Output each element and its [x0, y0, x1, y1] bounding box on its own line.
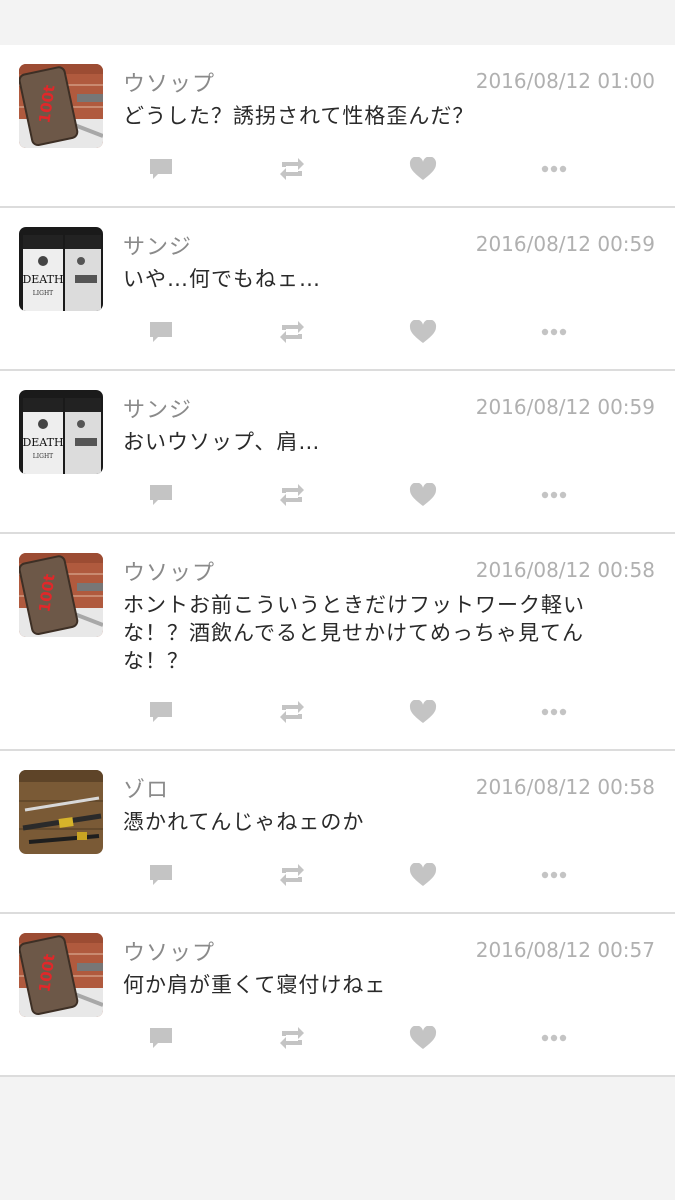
like-button[interactable] — [408, 1023, 438, 1053]
more-icon — [541, 1034, 567, 1042]
post-actions — [0, 697, 675, 727]
heart-icon — [409, 1026, 437, 1049]
post-text: いや…何でもねェ… — [123, 267, 321, 291]
like-button[interactable] — [408, 697, 438, 727]
more-button[interactable] — [539, 154, 569, 184]
retweet-icon — [280, 1027, 304, 1049]
reply-icon — [150, 865, 172, 885]
retweet-icon — [280, 701, 304, 723]
post-timestamp: 2016/08/12 01:00 — [475, 69, 655, 93]
post-card[interactable]: 100t ウソップ 2016/08/12 01:00 どうした？誘拐されて性格歪… — [0, 45, 675, 208]
post-card[interactable]: 100t ウソップ 2016/08/12 00:58 ホントお前こういうときだけ… — [0, 534, 675, 751]
retweet-button[interactable] — [277, 480, 307, 510]
post-card[interactable]: DEATH LIGHT サンジ 2016/08/12 00:59 いや…何でもね… — [0, 208, 675, 371]
post-card[interactable]: 100t ウソップ 2016/08/12 00:57 何か肩が重くて寝付けねェ — [0, 914, 675, 1077]
post-timestamp: 2016/08/12 00:57 — [475, 938, 655, 962]
avatar-cigarette[interactable]: DEATH LIGHT — [19, 227, 103, 311]
avatar-cigarette-text: DEATH — [22, 273, 63, 286]
reply-icon — [150, 322, 172, 342]
heart-icon — [409, 863, 437, 886]
avatar-swords[interactable] — [19, 770, 103, 854]
post-actions — [0, 480, 675, 510]
post-author[interactable]: ゾロ — [123, 772, 169, 804]
post-actions — [0, 1023, 675, 1053]
reply-button[interactable] — [146, 697, 176, 727]
avatar-cigarette-subtext: LIGHT — [33, 290, 53, 297]
avatar-cigarette-text: DEATH — [22, 436, 63, 449]
bottom-area — [0, 1077, 675, 1197]
more-icon — [541, 708, 567, 716]
more-icon — [541, 165, 567, 173]
post-author[interactable]: サンジ — [123, 229, 192, 261]
reply-icon — [150, 485, 172, 505]
post-actions — [0, 154, 675, 184]
like-button[interactable] — [408, 480, 438, 510]
reply-icon — [150, 159, 172, 179]
post-card[interactable]: ゾロ 2016/08/12 00:58 憑かれてんじゃねェのか — [0, 751, 675, 914]
retweet-icon — [280, 158, 304, 180]
heart-icon — [409, 483, 437, 506]
post-text: 何か肩が重くて寝付けねェ — [123, 973, 387, 997]
avatar-hammer[interactable]: 100t — [19, 64, 103, 148]
retweet-icon — [280, 321, 304, 343]
post-author[interactable]: ウソップ — [123, 66, 215, 98]
reply-button[interactable] — [146, 154, 176, 184]
retweet-button[interactable] — [277, 697, 307, 727]
post-timestamp: 2016/08/12 00:59 — [475, 232, 655, 256]
more-icon — [541, 871, 567, 879]
post-timestamp: 2016/08/12 00:58 — [475, 558, 655, 582]
post-author[interactable]: ウソップ — [123, 555, 215, 587]
post-timestamp: 2016/08/12 00:59 — [475, 395, 655, 419]
timeline: 100t ウソップ 2016/08/12 01:00 どうした？誘拐されて性格歪… — [0, 45, 675, 1077]
reply-button[interactable] — [146, 317, 176, 347]
like-button[interactable] — [408, 154, 438, 184]
heart-icon — [409, 320, 437, 343]
post-text: 憑かれてんじゃねェのか — [123, 810, 365, 834]
retweet-button[interactable] — [277, 317, 307, 347]
avatar-cigarette-subtext: LIGHT — [33, 453, 53, 460]
reply-icon — [150, 702, 172, 722]
post-timestamp: 2016/08/12 00:58 — [475, 775, 655, 799]
avatar-cigarette[interactable]: DEATH LIGHT — [19, 390, 103, 474]
post-text: おいウソップ、肩… — [123, 430, 321, 454]
post-actions — [0, 317, 675, 347]
post-author[interactable]: サンジ — [123, 392, 192, 424]
reply-button[interactable] — [146, 1023, 176, 1053]
top-bar — [0, 0, 675, 45]
like-button[interactable] — [408, 860, 438, 890]
more-button[interactable] — [539, 697, 569, 727]
reply-button[interactable] — [146, 860, 176, 890]
more-button[interactable] — [539, 1023, 569, 1053]
reply-button[interactable] — [146, 480, 176, 510]
heart-icon — [409, 700, 437, 723]
post-author[interactable]: ウソップ — [123, 935, 215, 967]
more-button[interactable] — [539, 480, 569, 510]
more-button[interactable] — [539, 860, 569, 890]
retweet-icon — [280, 864, 304, 886]
reply-icon — [150, 1028, 172, 1048]
post-card[interactable]: DEATH LIGHT サンジ 2016/08/12 00:59 おいウソップ、… — [0, 371, 675, 534]
retweet-button[interactable] — [277, 154, 307, 184]
retweet-icon — [280, 484, 304, 506]
more-icon — [541, 491, 567, 499]
avatar-hammer[interactable]: 100t — [19, 553, 103, 637]
like-button[interactable] — [408, 317, 438, 347]
retweet-button[interactable] — [277, 860, 307, 890]
post-actions — [0, 860, 675, 890]
avatar-hammer[interactable]: 100t — [19, 933, 103, 1017]
more-icon — [541, 328, 567, 336]
post-text: どうした？誘拐されて性格歪んだ？ — [123, 104, 475, 128]
more-button[interactable] — [539, 317, 569, 347]
heart-icon — [409, 157, 437, 180]
retweet-button[interactable] — [277, 1023, 307, 1053]
post-text: ホントお前こういうときだけフットワーク軽いな！？酒飲んでると見せかけてめっちゃ見… — [123, 593, 585, 673]
